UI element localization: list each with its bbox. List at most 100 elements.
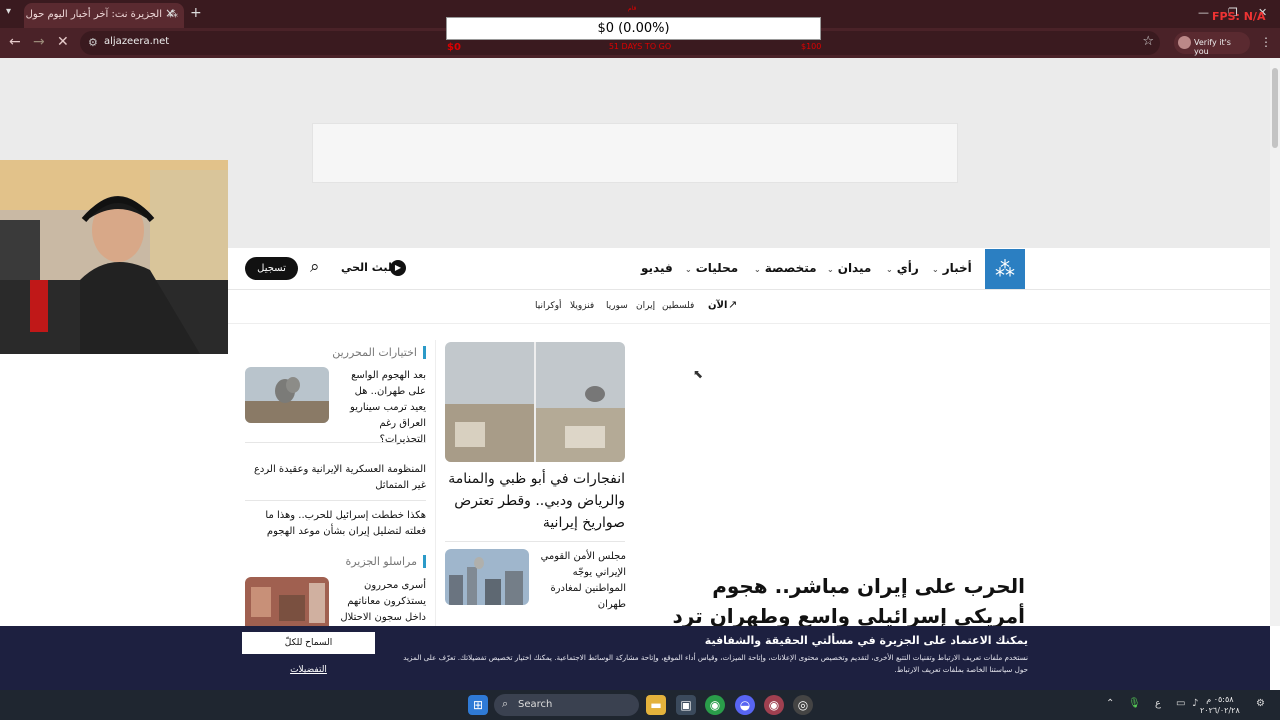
tab-aljazeera[interactable]: ⁂ الجزيرة نت: آخر أخبار اليوم حول ال... bbox=[24, 3, 184, 28]
profile-button[interactable]: Verify it's you bbox=[1174, 32, 1250, 56]
nav-item-video[interactable]: فيديو bbox=[641, 261, 673, 275]
rubble-photo bbox=[245, 577, 329, 626]
correspondents-item[interactable]: أسرى محررون يستذكرون معاناتهم داخل سجون … bbox=[336, 578, 426, 626]
scroll-thumb[interactable] bbox=[1272, 68, 1278, 148]
taskbar-clock[interactable]: ٠٥:٥٨ م ٢٠٢٦/٠٢/٢٨ bbox=[1200, 694, 1240, 716]
trending-item[interactable]: إيران bbox=[636, 301, 655, 311]
nav-label: أخبار bbox=[942, 261, 972, 275]
search-icon: ⌕ bbox=[502, 697, 509, 710]
trending-now-label: الآن bbox=[708, 300, 728, 311]
search-icon[interactable]: ⌕ bbox=[310, 257, 320, 277]
chevron-down-icon: ⌄ bbox=[886, 265, 893, 274]
allow-all-button[interactable]: السماح للكلّ bbox=[242, 632, 375, 654]
url-text[interactable]: aljazeera.net bbox=[104, 36, 169, 47]
mic-icon[interactable]: 🎙 bbox=[1128, 698, 1141, 709]
nav-item-field[interactable]: ميدان⌄ bbox=[827, 261, 871, 275]
cookie-body: نستخدم ملفات تعريف الارتباط وتقنيات التت… bbox=[403, 653, 1028, 674]
webcam-feed bbox=[0, 160, 228, 354]
nav-label: متخصصة bbox=[764, 261, 817, 275]
nav-item-opinion[interactable]: رأي⌄ bbox=[886, 261, 919, 275]
trending-item[interactable]: فنزويلا bbox=[570, 301, 594, 311]
obs-icon[interactable]: ◎ bbox=[793, 695, 813, 715]
fps-counter: FPS: N/A bbox=[1212, 10, 1266, 23]
donation-days: 51 DAYS TO GO bbox=[608, 42, 672, 51]
signup-button[interactable]: تسجيل bbox=[245, 257, 298, 280]
nav-item-specialized[interactable]: متخصصة⌄ bbox=[754, 261, 817, 275]
cookie-banner: يمكنك الاعتماد على الجزيرة في مسألتي الح… bbox=[0, 626, 1270, 690]
start-icon[interactable]: ⊞ bbox=[468, 695, 488, 715]
divider bbox=[245, 500, 426, 501]
donation-top-label: قام bbox=[628, 5, 637, 12]
profile-label: Verify it's you bbox=[1194, 38, 1231, 56]
clock-date: ٢٠٢٦/٠٢/٢٨ bbox=[1200, 706, 1240, 715]
nav-label: ميدان bbox=[837, 261, 872, 275]
chrome-icon[interactable]: ◉ bbox=[705, 695, 725, 715]
volume-icon[interactable]: ♪ bbox=[1192, 698, 1198, 709]
main-story-image[interactable] bbox=[445, 342, 625, 462]
correspondents-title: مراسلو الجزيرة bbox=[340, 555, 426, 568]
network-icon[interactable]: ▭ bbox=[1176, 698, 1185, 709]
lead-headline[interactable]: الحرب على إيران مباشر.. هجوم أمريكي إسرا… bbox=[640, 571, 1025, 626]
tab-search-icon[interactable]: ▾ bbox=[6, 6, 11, 17]
trending-item[interactable]: فلسطين bbox=[662, 301, 694, 311]
column-divider bbox=[435, 340, 436, 626]
page-scrollbar[interactable] bbox=[1270, 58, 1280, 626]
stop-loading-icon[interactable]: ✕ bbox=[57, 34, 69, 50]
editors-item-1[interactable]: بعد الهجوم الواسع على طهران.. هل يعيد تر… bbox=[336, 368, 426, 448]
trending-item[interactable]: أوكرانيا bbox=[535, 301, 562, 311]
nav-item-local[interactable]: محليات⌄ bbox=[685, 261, 738, 275]
donation-progress: $0 (0.00%) bbox=[446, 17, 821, 40]
site-info-icon[interactable]: ⚙ bbox=[88, 36, 98, 49]
secondary-story-headline[interactable]: مجلس الأمن القومي الإيراني يوجّه المواطن… bbox=[536, 549, 626, 613]
bookmark-star-icon[interactable]: ☆ bbox=[1142, 34, 1154, 49]
explosion-photo bbox=[445, 342, 625, 462]
donation-max: $100 bbox=[801, 42, 822, 51]
forward-icon[interactable]: → bbox=[33, 34, 45, 50]
notification-icon[interactable]: ⚙ bbox=[1256, 698, 1265, 709]
minimize-icon[interactable]: — bbox=[1198, 6, 1209, 19]
preferences-link[interactable]: التفضيلات bbox=[242, 665, 375, 675]
file-explorer-icon[interactable]: ▬ bbox=[646, 695, 666, 715]
discord-icon[interactable]: ◒ bbox=[735, 695, 755, 715]
new-tab-button[interactable]: + bbox=[190, 5, 202, 21]
tray-chevron-icon[interactable]: ⌃ bbox=[1106, 698, 1114, 709]
ad-placeholder[interactable] bbox=[312, 123, 958, 183]
taskbar-search-label: Search bbox=[518, 699, 553, 710]
nav-label: محليات bbox=[695, 261, 739, 275]
chevron-down-icon: ⌄ bbox=[754, 265, 761, 274]
back-icon[interactable]: ← bbox=[9, 34, 21, 50]
chrome-profile-icon[interactable]: ◉ bbox=[764, 695, 784, 715]
browser-menu-icon[interactable]: ⋮ bbox=[1260, 35, 1272, 49]
live-stream-link[interactable]: البث الحي bbox=[341, 261, 396, 274]
trending-item[interactable]: سوريا bbox=[606, 301, 628, 311]
chevron-down-icon: ⌄ bbox=[685, 265, 692, 274]
donation-min: $0 bbox=[447, 42, 461, 53]
webcam-overlay bbox=[0, 160, 228, 354]
tab-title: الجزيرة نت: آخر أخبار اليوم حول ال... bbox=[24, 9, 162, 20]
editors-item-2[interactable]: المنظومة العسكرية الإيرانية وعقيدة الردع… bbox=[245, 462, 426, 494]
chevron-down-icon: ⌄ bbox=[932, 265, 939, 274]
nav-label: فيديو bbox=[641, 261, 673, 275]
secondary-story-thumbnail[interactable] bbox=[445, 549, 529, 605]
store-icon[interactable]: ▣ bbox=[676, 695, 696, 715]
nav-item-news[interactable]: أخبار⌄ bbox=[932, 261, 972, 275]
avatar bbox=[1178, 36, 1191, 49]
correspondents-thumbnail[interactable] bbox=[245, 577, 329, 626]
taskbar-search[interactable]: ⌕ Search bbox=[494, 694, 639, 716]
divider bbox=[245, 442, 426, 443]
tab-close-icon[interactable]: × bbox=[165, 6, 175, 20]
editors-item-3[interactable]: هكذا خططت إسرائيل للحرب.. وهذا ما فعلته … bbox=[245, 508, 426, 540]
main-story-headline[interactable]: انفجارات في أبو ظبي والمنامة والرياض ودب… bbox=[445, 468, 625, 534]
mouse-cursor-icon: ⬉ bbox=[693, 367, 704, 381]
editors-item-1-thumbnail[interactable] bbox=[245, 367, 329, 423]
nav-label: رأي bbox=[896, 261, 919, 275]
city-photo bbox=[445, 549, 529, 605]
aljazeera-logo[interactable]: ⁂ bbox=[985, 249, 1025, 289]
divider bbox=[445, 541, 625, 542]
chevron-down-icon: ⌄ bbox=[827, 265, 834, 274]
clock-time: ٠٥:٥٨ م bbox=[1206, 695, 1234, 704]
windows-taskbar: ⊞ ⌕ Search ▬ ▣ ◉ ◒ ◉ ◎ ⌃ 🎙 ع ▭ ♪ ٠٥:٥٨ م… bbox=[0, 690, 1280, 720]
smoke-photo bbox=[245, 367, 329, 423]
trending-icon: ↗ bbox=[728, 298, 738, 311]
language-indicator[interactable]: ع bbox=[1155, 698, 1161, 709]
